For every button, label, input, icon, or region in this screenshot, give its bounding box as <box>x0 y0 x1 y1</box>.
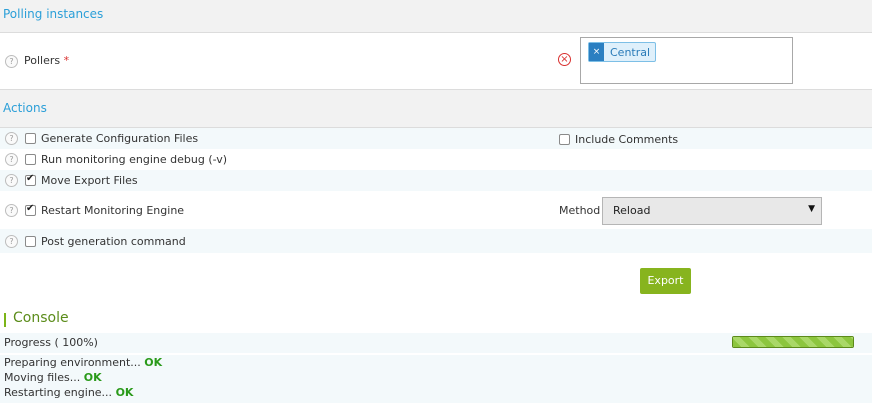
tag-remove-icon[interactable]: × <box>589 43 604 61</box>
export-button[interactable]: Export <box>640 268 691 294</box>
action-row-debug: ? Run monitoring engine debug (-v) <box>0 149 872 170</box>
progress-fill <box>733 337 853 347</box>
actions-section-header: Actions <box>0 89 872 128</box>
method-selected-value: Reload <box>613 204 651 217</box>
progress-bar <box>732 336 854 348</box>
restart-engine-label: Restart Monitoring Engine <box>41 204 185 217</box>
include-comments-label: Include Comments <box>575 133 679 146</box>
help-icon[interactable]: ? <box>5 55 18 68</box>
progress-label: Progress ( 100%) <box>4 336 98 349</box>
include-comments-checkbox[interactable] <box>559 134 570 145</box>
generate-config-label: Generate Configuration Files <box>41 132 199 145</box>
console-line: Preparing environment... OK <box>4 356 163 369</box>
post-generation-checkbox[interactable] <box>25 236 36 247</box>
method-select[interactable]: Reload ▼ <box>602 197 822 225</box>
actions-section-title: Actions <box>3 101 47 115</box>
poller-tag-label: Central <box>610 45 651 59</box>
help-icon[interactable]: ? <box>5 235 18 248</box>
status-ok: OK <box>144 356 163 369</box>
required-marker: * <box>63 54 70 67</box>
move-files-label: Move Export Files <box>41 174 138 187</box>
action-row-post: ? Post generation command <box>0 229 872 253</box>
help-icon[interactable]: ? <box>5 204 18 217</box>
console-accent-bar <box>4 313 6 327</box>
console-title: Console <box>13 310 69 326</box>
action-row-generate: ? Generate Configuration Files Include C… <box>0 128 872 149</box>
generate-config-checkbox[interactable] <box>25 133 36 144</box>
progress-value: 100%) <box>62 336 98 349</box>
console-log: Preparing environment... OK Moving files… <box>0 355 872 403</box>
console-line: Restarting engine... OK <box>4 386 134 399</box>
help-icon[interactable]: ? <box>5 174 18 187</box>
clear-icon[interactable]: × <box>558 53 571 66</box>
debug-label: Run monitoring engine debug (-v) <box>41 153 228 166</box>
poller-tag-central: × Central <box>588 42 657 62</box>
chevron-down-icon: ▼ <box>808 204 815 214</box>
console-line: Moving files... OK <box>4 371 102 384</box>
debug-checkbox[interactable] <box>25 154 36 165</box>
polling-section-header: Polling instances <box>0 0 872 33</box>
status-ok: OK <box>83 371 102 384</box>
move-files-checkbox[interactable] <box>25 173 36 186</box>
restart-engine-checkbox[interactable] <box>25 203 36 216</box>
polling-section-title: Polling instances <box>3 7 104 21</box>
status-ok: OK <box>115 386 134 399</box>
method-label: Method <box>559 204 601 217</box>
pollers-multiselect[interactable]: × Central <box>580 37 793 84</box>
action-row-move: ? Move Export Files <box>0 170 872 191</box>
post-generation-label: Post generation command <box>41 235 186 248</box>
pollers-label: Pollers * <box>24 54 70 67</box>
help-icon[interactable]: ? <box>5 153 18 166</box>
help-icon[interactable]: ? <box>5 132 18 145</box>
